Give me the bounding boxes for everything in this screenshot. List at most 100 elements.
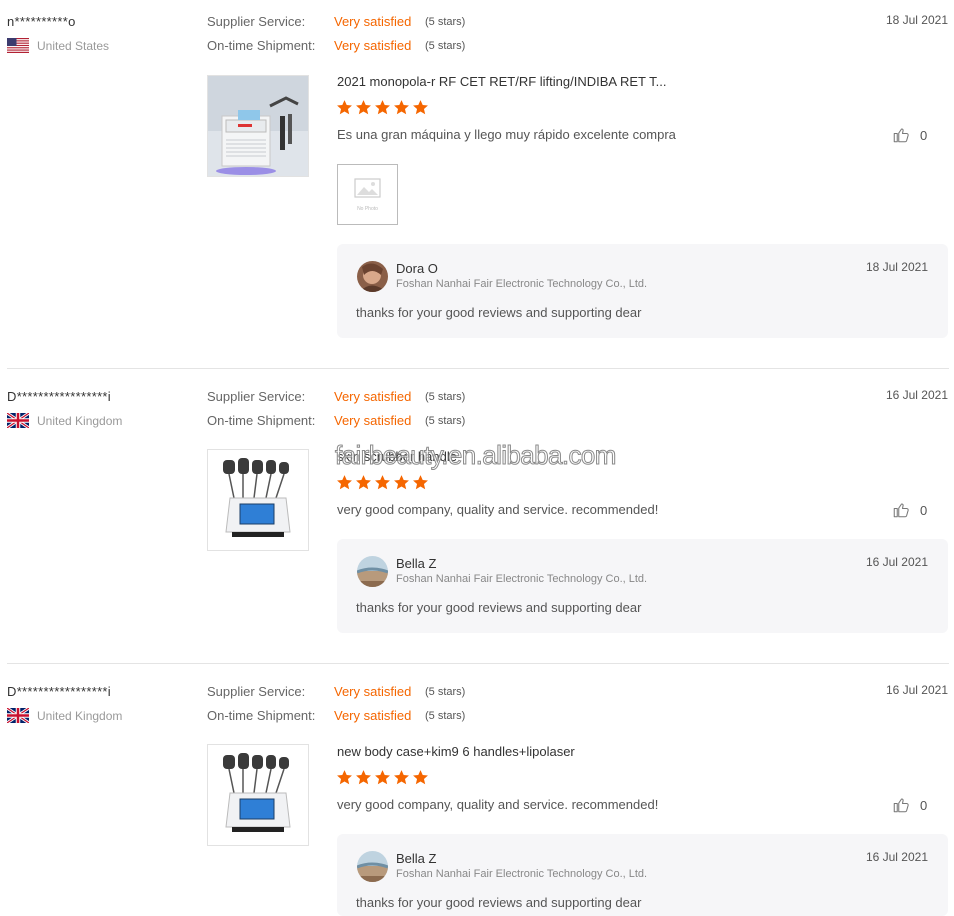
divider — [7, 663, 949, 664]
review-date: 16 Jul 2021 — [885, 683, 948, 697]
like-button[interactable]: 0 — [892, 796, 927, 814]
star-icon — [355, 99, 372, 116]
buyer-name: D*****************i — [7, 684, 111, 699]
reply-text: thanks for your good reviews and support… — [356, 305, 642, 320]
thumbs-up-icon[interactable] — [892, 126, 910, 144]
country-name: United Kingdom — [37, 413, 123, 428]
review-text: very good company, quality and service. … — [337, 502, 659, 517]
uk-flag-icon — [7, 413, 29, 428]
review-photo-placeholder[interactable]: No Photo — [337, 164, 398, 225]
watermark: fairbeauty.en.alibaba.com — [335, 440, 617, 471]
star-icon — [393, 99, 410, 116]
review-card: D*****************i United Kingdom Suppl… — [0, 375, 954, 663]
supplier-reply: Bella Z Foshan Nanhai Fair Electronic Te… — [337, 539, 948, 633]
no-photo-icon — [354, 178, 381, 198]
review-date: 18 Jul 2021 — [885, 13, 948, 27]
shipment-rating: On-time Shipment: Very satisfied (5 star… — [207, 413, 465, 428]
country-name: United States — [37, 38, 110, 53]
shipment-label: On-time Shipment: — [207, 413, 316, 428]
reply-company: Foshan Nanhai Fair Electronic Technology… — [396, 278, 648, 290]
supplier-service-value: Very satisfied — [334, 684, 412, 699]
supplier-service-label: Supplier Service: — [207, 14, 306, 29]
avatar — [357, 851, 388, 882]
like-button[interactable]: 0 — [892, 126, 927, 144]
rating-stars — [336, 474, 429, 491]
reply-company: Foshan Nanhai Fair Electronic Technology… — [396, 573, 648, 585]
supplier-reply: Bella Z Foshan Nanhai Fair Electronic Te… — [337, 834, 948, 916]
star-icon — [374, 474, 391, 491]
buyer-name: n**********o — [7, 14, 76, 29]
shipment-value: Very satisfied — [334, 708, 412, 723]
star-icon — [412, 474, 429, 491]
avatar — [357, 556, 388, 587]
reply-date: 16 Jul 2021 — [865, 850, 928, 864]
review-card: D*****************i United Kingdom Suppl… — [0, 670, 954, 916]
country-name: United Kingdom — [37, 708, 123, 723]
shipment-stars: (5 stars) — [425, 414, 466, 427]
star-icon — [393, 474, 410, 491]
review-text: Es una gran máquina y llego muy rápido e… — [337, 127, 676, 142]
review-text: very good company, quality and service. … — [337, 797, 659, 812]
supplier-reply: Dora O Foshan Nanhai Fair Electronic Tec… — [337, 244, 948, 338]
like-count: 0 — [920, 127, 928, 143]
buyer-country: United States — [7, 38, 109, 53]
star-icon — [412, 99, 429, 116]
shipment-rating: On-time Shipment: Very satisfied (5 star… — [207, 38, 465, 53]
star-icon — [393, 769, 410, 786]
shipment-stars: (5 stars) — [425, 39, 466, 52]
buyer-name: D*****************i — [7, 389, 111, 404]
star-icon — [355, 769, 372, 786]
no-photo-label: No Photo — [357, 206, 378, 212]
star-icon — [412, 769, 429, 786]
product-title[interactable]: new body case+kim9 6 handles+lipolaser — [337, 744, 575, 759]
reply-text: thanks for your good reviews and support… — [356, 600, 642, 615]
product-image[interactable] — [207, 449, 309, 551]
supplier-service-stars: (5 stars) — [425, 15, 466, 28]
supplier-service-label: Supplier Service: — [207, 389, 306, 404]
shipment-value: Very satisfied — [334, 38, 412, 53]
star-icon — [355, 474, 372, 491]
product-image[interactable] — [207, 75, 309, 177]
supplier-service-rating: Supplier Service: Very satisfied (5 star… — [207, 684, 465, 699]
uk-flag-icon — [7, 708, 29, 723]
star-icon — [374, 769, 391, 786]
review-card: n**********o United States Supplier Serv… — [0, 0, 954, 368]
product-title[interactable]: 2021 monopola-r RF CET RET/RF lifting/IN… — [337, 74, 666, 89]
reply-company: Foshan Nanhai Fair Electronic Technology… — [396, 868, 648, 880]
rating-stars — [336, 769, 429, 786]
reply-text: thanks for your good reviews and support… — [356, 895, 642, 910]
shipment-label: On-time Shipment: — [207, 708, 316, 723]
reply-date: 18 Jul 2021 — [865, 260, 928, 274]
buyer-country: United Kingdom — [7, 413, 122, 428]
reply-author: Bella Z — [396, 851, 437, 866]
product-image[interactable] — [207, 744, 309, 846]
supplier-service-stars: (5 stars) — [425, 390, 466, 403]
rating-stars — [336, 99, 429, 116]
review-date: 16 Jul 2021 — [885, 388, 948, 402]
divider — [7, 368, 949, 369]
avatar — [357, 261, 388, 292]
star-icon — [374, 99, 391, 116]
reply-author: Dora O — [396, 261, 438, 276]
star-icon — [336, 474, 353, 491]
thumbs-up-icon[interactable] — [892, 501, 910, 519]
supplier-service-label: Supplier Service: — [207, 684, 306, 699]
like-button[interactable]: 0 — [892, 501, 927, 519]
shipment-rating: On-time Shipment: Very satisfied (5 star… — [207, 708, 465, 723]
like-count: 0 — [920, 797, 928, 813]
supplier-service-stars: (5 stars) — [425, 685, 466, 698]
reply-author: Bella Z — [396, 556, 437, 571]
reply-date: 16 Jul 2021 — [865, 555, 928, 569]
supplier-service-value: Very satisfied — [334, 389, 412, 404]
supplier-service-rating: Supplier Service: Very satisfied (5 star… — [207, 14, 465, 29]
supplier-service-value: Very satisfied — [334, 14, 412, 29]
star-icon — [336, 99, 353, 116]
supplier-service-rating: Supplier Service: Very satisfied (5 star… — [207, 389, 465, 404]
buyer-country: United Kingdom — [7, 708, 122, 723]
shipment-value: Very satisfied — [334, 413, 412, 428]
like-count: 0 — [920, 502, 928, 518]
star-icon — [336, 769, 353, 786]
shipment-stars: (5 stars) — [425, 709, 466, 722]
thumbs-up-icon[interactable] — [892, 796, 910, 814]
shipment-label: On-time Shipment: — [207, 38, 316, 53]
